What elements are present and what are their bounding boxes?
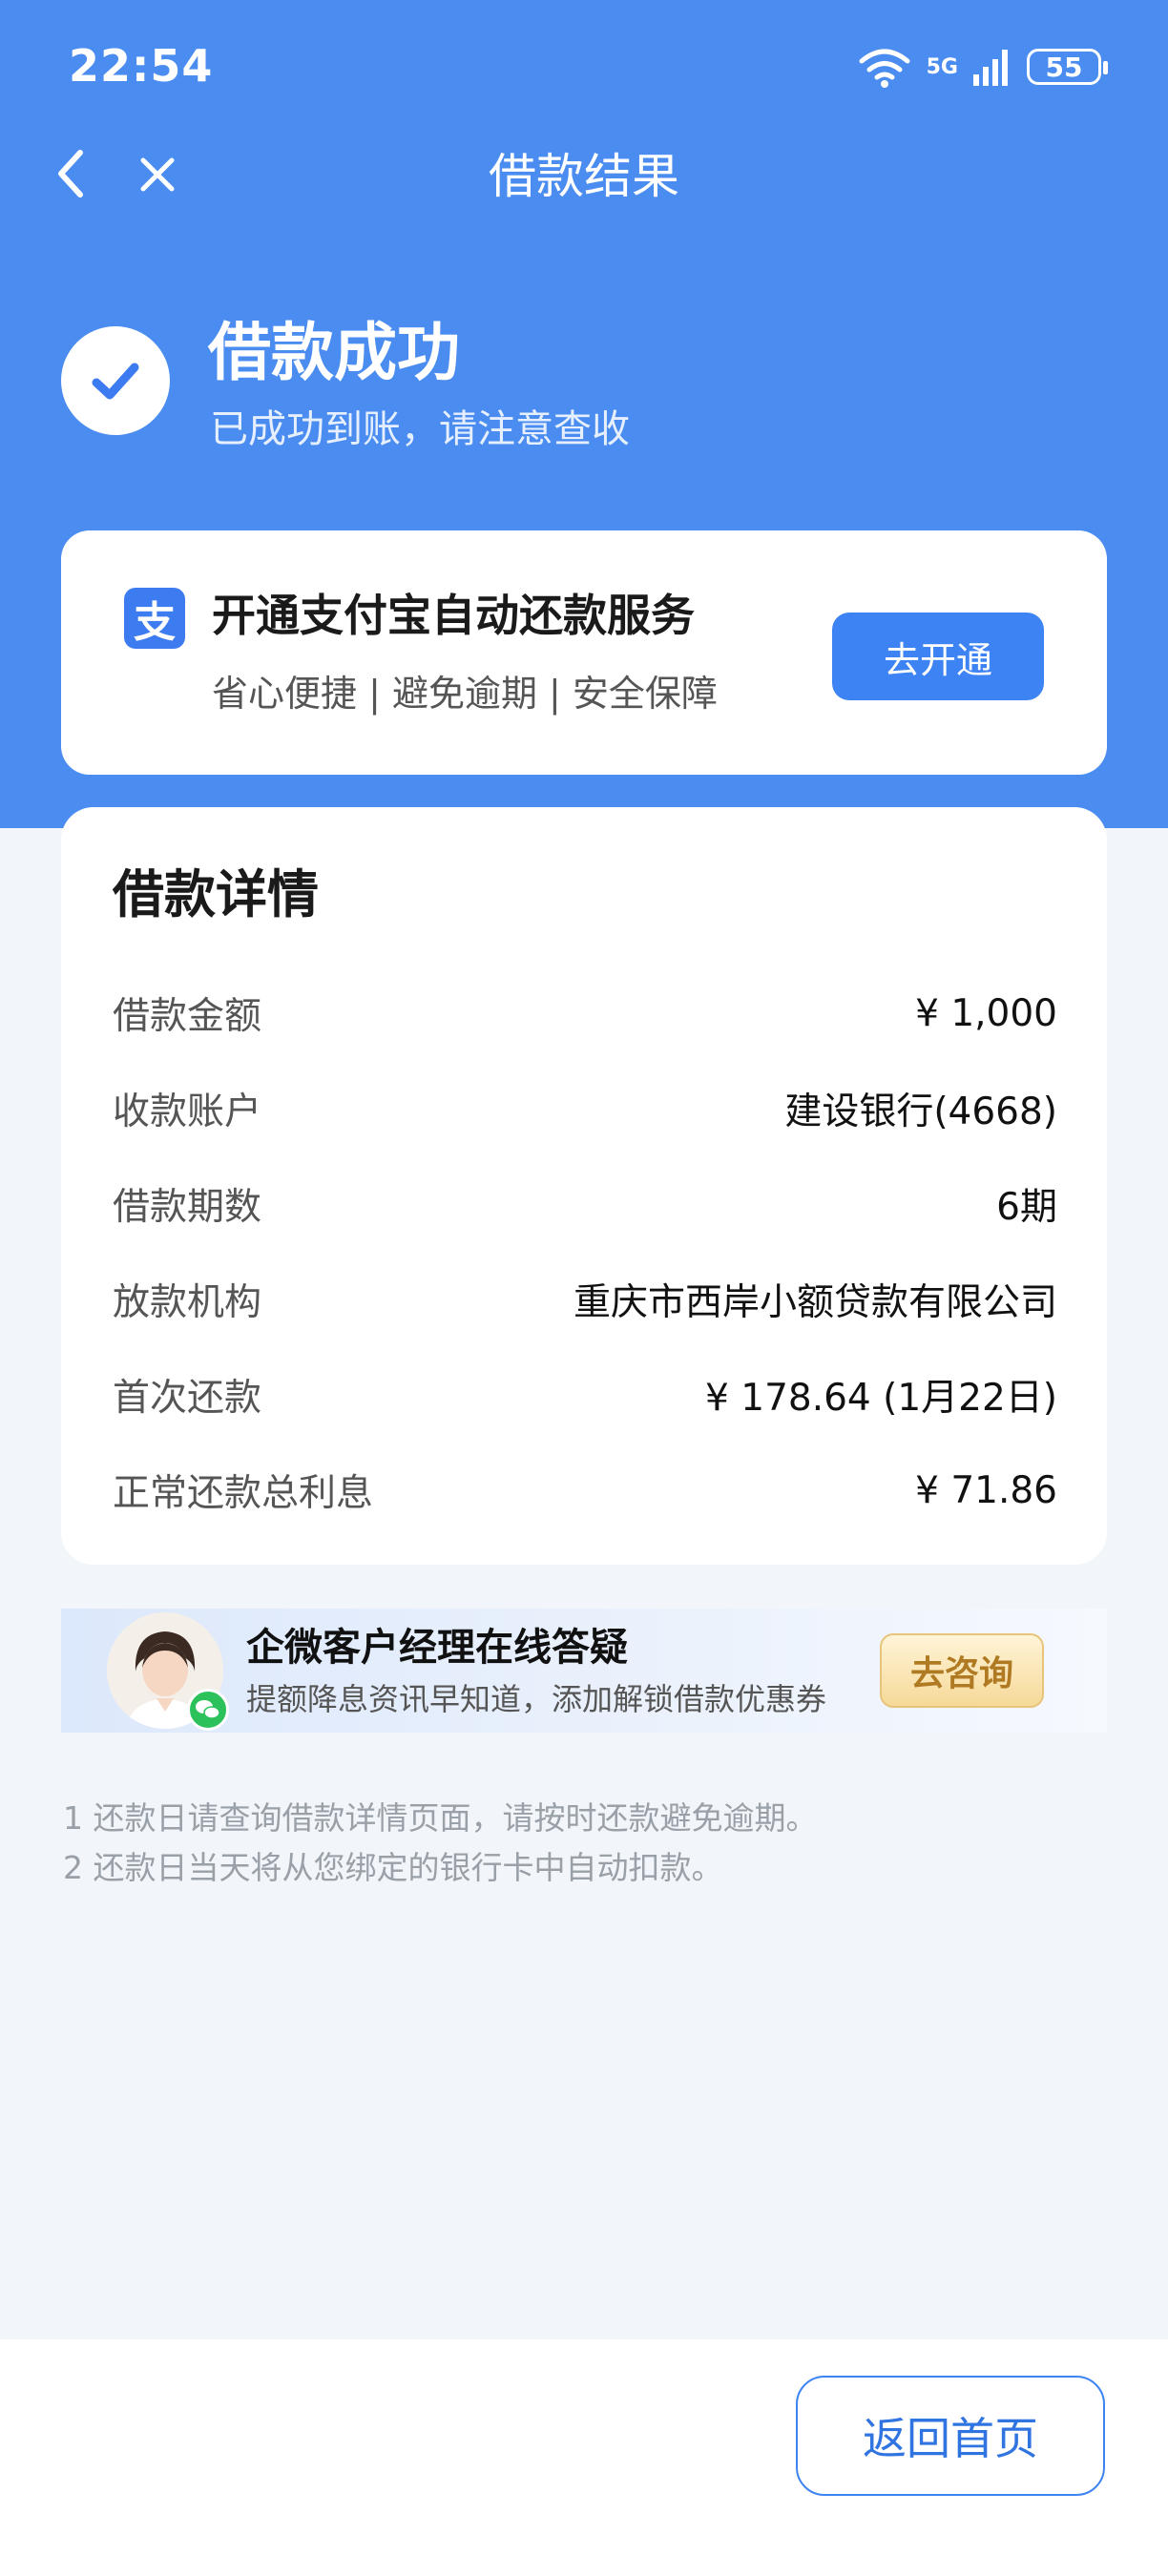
page-title: 借款结果 — [489, 149, 679, 204]
detail-value: 6期 — [996, 1186, 1057, 1229]
consult-title: 企微客户经理在线答疑 — [246, 1626, 628, 1670]
signal-icon — [973, 50, 1008, 86]
detail-value: 建设银行(4668) — [784, 1091, 1057, 1133]
autopay-promo-card: 支 开通支付宝自动还款服务 省心便捷 | 避免逾期 | 安全保障 去开通 — [61, 530, 1107, 775]
network-type: 5G — [926, 54, 958, 79]
loan-details-card: 借款详情 借款金额 ¥ 1,000 收款账户 建设银行(4668) 借款期数 6… — [61, 807, 1107, 1565]
note-item: 1 还款日请查询借款详情页面，请按时还款避免逾期。 — [63, 1799, 818, 1837]
wechat-icon — [187, 1689, 229, 1731]
check-icon — [92, 363, 139, 400]
note-item: 2 还款日当天将从您绑定的银行卡中自动扣款。 — [63, 1849, 723, 1886]
status-icons: 5G 55 — [856, 38, 1108, 95]
bottom-bar: 返回首页 — [0, 2339, 1168, 2576]
battery-icon: 55 — [1027, 49, 1108, 85]
promo-title: 开通支付宝自动还款服务 — [212, 590, 695, 641]
promo-subtitle: 省心便捷 | 避免逾期 | 安全保障 — [212, 673, 718, 715]
detail-row-terms: 借款期数 6期 — [113, 1175, 1057, 1233]
details-title: 借款详情 — [113, 864, 319, 924]
detail-value: ¥ 71.86 — [915, 1468, 1057, 1512]
detail-label: 首次还款 — [113, 1377, 262, 1420]
repayment-notes: 1 还款日请查询借款详情页面，请按时还款避免逾期。 2 还款日当天将从您绑定的银… — [63, 1794, 818, 1893]
detail-row-total-interest: 正常还款总利息 ¥ 71.86 — [113, 1462, 1057, 1519]
detail-label: 收款账户 — [113, 1091, 262, 1133]
detail-row-account: 收款账户 建设银行(4668) — [113, 1080, 1057, 1137]
success-title: 借款成功 — [208, 316, 460, 389]
consult-button[interactable]: 去咨询 — [880, 1633, 1044, 1708]
detail-row-amount: 借款金额 ¥ 1,000 — [113, 985, 1057, 1042]
consult-subtitle: 提额降息资讯早知道，添加解锁借款优惠券 — [246, 1681, 827, 1717]
detail-label: 借款金额 — [113, 995, 262, 1038]
detail-label: 放款机构 — [113, 1281, 262, 1324]
detail-row-lender: 放款机构 重庆市西岸小额贷款有限公司 — [113, 1271, 1057, 1328]
detail-label: 正常还款总利息 — [113, 1472, 374, 1515]
detail-value: ¥ 1,000 — [915, 991, 1057, 1035]
status-time: 22:54 — [69, 40, 214, 92]
detail-row-first-repayment: 首次还款 ¥ 178.64 (1月22日) — [113, 1366, 1057, 1423]
wifi-icon — [859, 49, 910, 88]
detail-value: 重庆市西岸小额贷款有限公司 — [573, 1281, 1057, 1324]
wechat-bubbles-icon — [196, 1700, 220, 1719]
success-subtitle: 已成功到账，请注意查收 — [210, 407, 630, 451]
enable-autopay-button[interactable]: 去开通 — [832, 613, 1044, 700]
detail-label: 借款期数 — [113, 1186, 262, 1229]
detail-value: ¥ 178.64 (1月22日) — [705, 1377, 1057, 1420]
success-icon — [61, 326, 170, 435]
consult-banner[interactable]: 企微客户经理在线答疑 提额降息资讯早知道，添加解锁借款优惠券 去咨询 — [61, 1609, 1107, 1733]
alipay-icon: 支 — [124, 588, 185, 649]
battery-level: 55 — [1045, 51, 1083, 83]
back-to-home-button[interactable]: 返回首页 — [796, 2376, 1105, 2496]
